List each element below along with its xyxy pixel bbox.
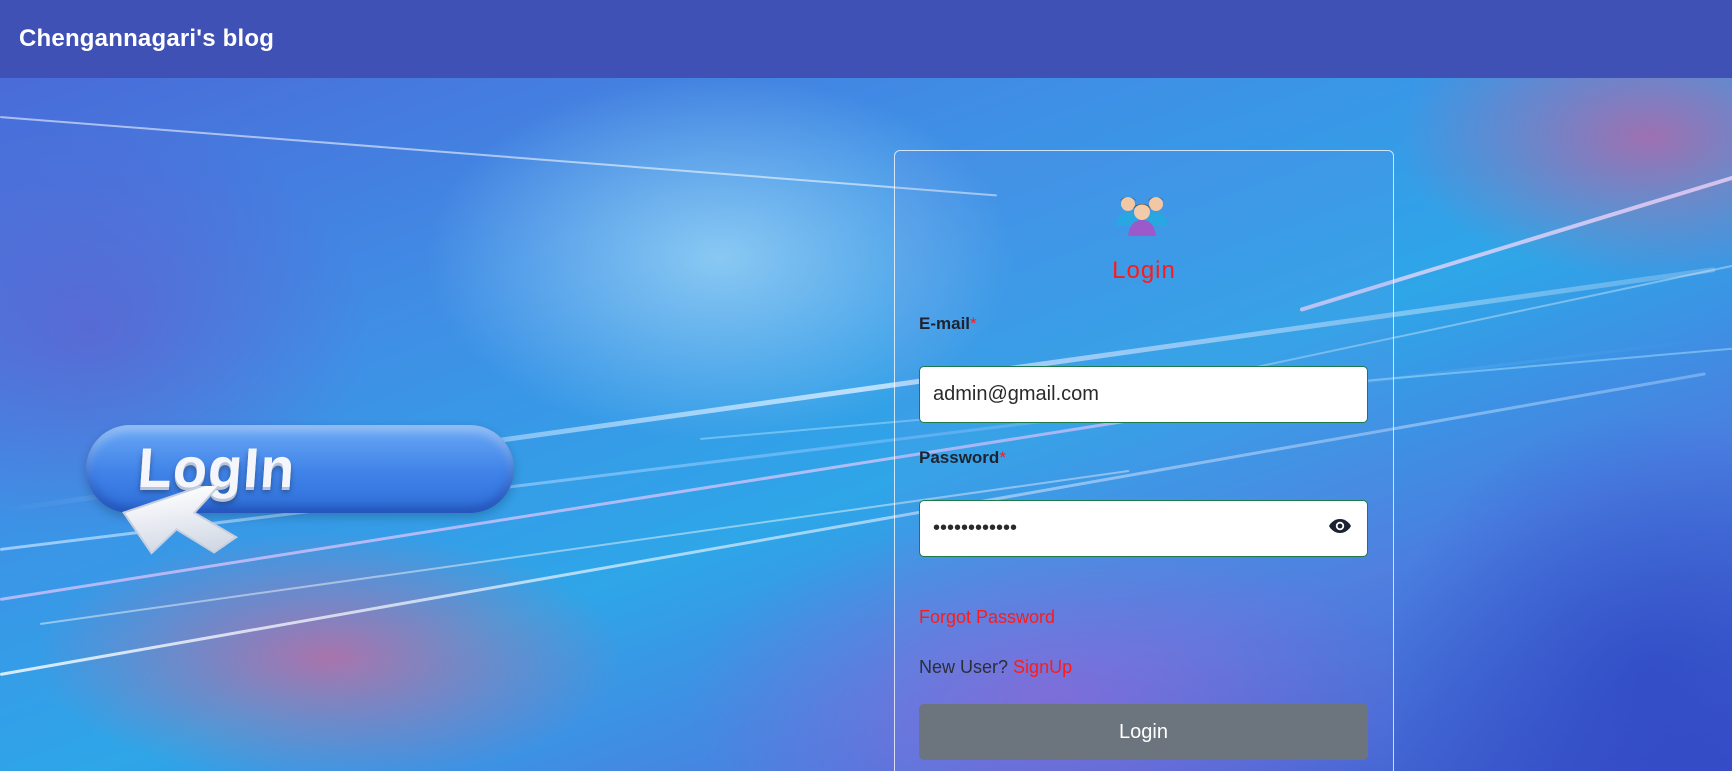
eye-icon[interactable] (1328, 514, 1352, 538)
email-label: E-mail* (919, 314, 977, 334)
new-user-row: New User? SignUp (919, 657, 1072, 678)
navbar: Chengannagari's blog (0, 0, 1732, 78)
password-required-mark: * (999, 448, 1006, 467)
cursor-arrow-icon (122, 486, 239, 555)
password-input-value: •••••••••••• (933, 517, 1018, 539)
email-input[interactable]: admin@gmail.com (919, 366, 1368, 423)
users-group-icon (1116, 197, 1168, 236)
password-label: Password* (919, 448, 1006, 468)
email-label-text: E-mail (919, 314, 971, 333)
password-input[interactable]: •••••••••••• (919, 500, 1368, 557)
form-title: Login (1112, 257, 1176, 284)
brand-title[interactable]: Chengannagari's blog (19, 25, 274, 53)
signup-link[interactable]: SignUp (1013, 657, 1072, 677)
login-button[interactable]: Login (919, 704, 1368, 760)
new-user-text: New User? (919, 657, 1009, 677)
password-label-text: Password (919, 448, 1000, 467)
email-input-value: admin@gmail.com (933, 383, 1099, 405)
forgot-password-link[interactable]: Forgot Password (919, 607, 1055, 628)
email-required-mark: * (970, 314, 977, 333)
